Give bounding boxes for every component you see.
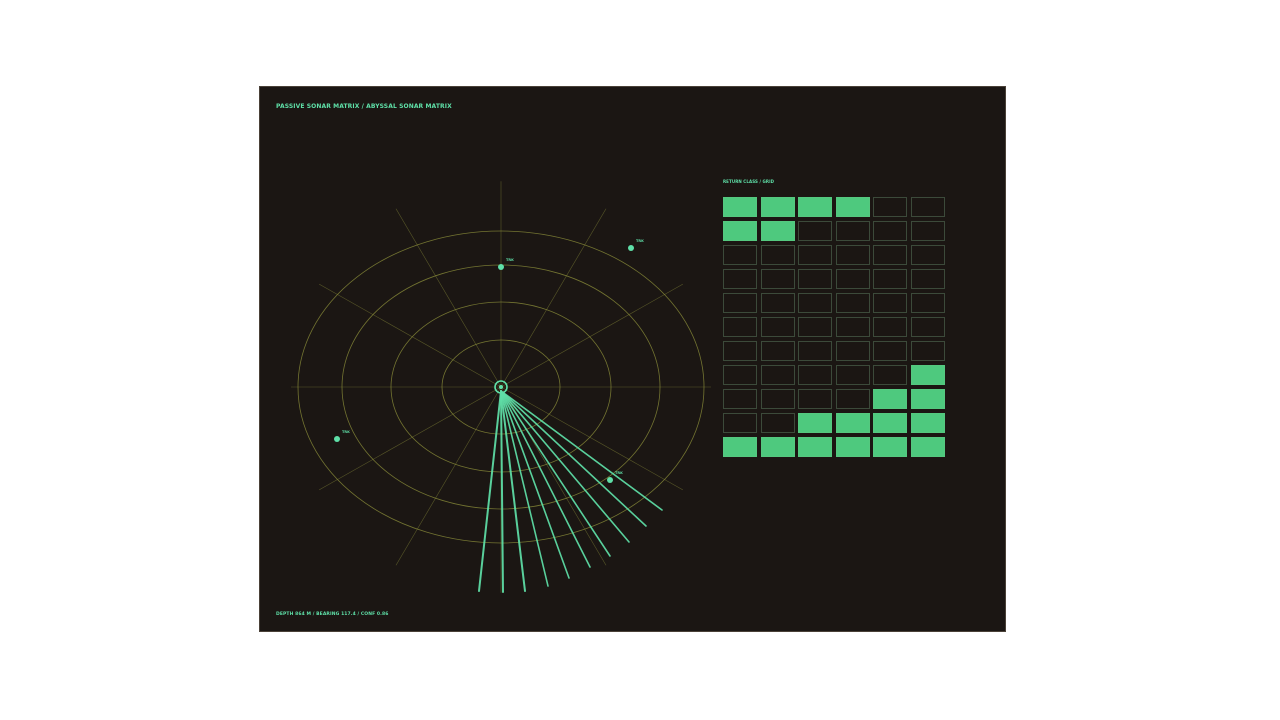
grid-cell xyxy=(798,413,833,433)
grid-cell xyxy=(760,437,795,457)
sonar-panel: PASSIVE SONAR MATRIX / ABYSSAL SONAR MAT… xyxy=(259,86,1006,632)
grid-cell xyxy=(798,269,833,289)
grid-cell xyxy=(873,413,908,433)
grid-cell xyxy=(723,437,757,457)
grid-cell xyxy=(723,221,757,241)
return-class-grid xyxy=(723,197,945,459)
grid-cell xyxy=(760,221,795,241)
grid-cell xyxy=(760,389,795,409)
grid-cell xyxy=(835,197,870,217)
grid-cell xyxy=(760,245,795,265)
grid-cell xyxy=(798,221,833,241)
grid-cell xyxy=(873,389,908,409)
grid-cell xyxy=(760,197,795,217)
grid-cell xyxy=(723,341,757,361)
grid-cell xyxy=(798,245,833,265)
grid-cell xyxy=(835,293,870,313)
grid-cell xyxy=(723,413,757,433)
grid-cell xyxy=(911,389,945,409)
grid-cell xyxy=(835,365,870,385)
grid-cell xyxy=(873,197,908,217)
grid-cell xyxy=(873,317,908,337)
center-dot xyxy=(499,385,503,389)
scope-spoke xyxy=(500,283,684,388)
grid-cell xyxy=(723,197,757,217)
sweep-beam xyxy=(500,390,630,543)
scope-spoke xyxy=(318,283,502,388)
grid-cell xyxy=(911,245,945,265)
grid-cell xyxy=(723,365,757,385)
grid-cell xyxy=(798,389,833,409)
grid-cell xyxy=(723,317,757,337)
contact-label: TRK xyxy=(615,471,623,475)
grid-cell xyxy=(760,341,795,361)
grid-cell xyxy=(911,317,945,337)
grid-cell xyxy=(798,317,833,337)
contact-marker xyxy=(607,477,613,483)
grid-cell xyxy=(873,365,908,385)
grid-cell xyxy=(873,269,908,289)
grid-cell xyxy=(873,245,908,265)
grid-cell xyxy=(798,341,833,361)
contact-marker xyxy=(498,264,504,270)
grid-cell xyxy=(760,413,795,433)
contact-label: TRK xyxy=(506,258,514,262)
grid-cell xyxy=(911,293,945,313)
grid-cell xyxy=(835,341,870,361)
grid-cell xyxy=(723,293,757,313)
grid-cell xyxy=(723,269,757,289)
grid-cell xyxy=(911,341,945,361)
grid-label: RETURN CLASS / GRID xyxy=(723,179,775,184)
grid-cell xyxy=(760,293,795,313)
sweep-beam xyxy=(500,390,647,527)
scope-spoke xyxy=(500,208,607,388)
grid-cell xyxy=(911,413,945,433)
grid-cell xyxy=(760,365,795,385)
grid-cell xyxy=(835,269,870,289)
contact-label: TRK xyxy=(342,430,350,434)
grid-cell xyxy=(835,245,870,265)
status-readout: DEPTH 864 M / BEARING 117.4 / CONF 0.86 xyxy=(276,612,389,617)
grid-cell xyxy=(873,221,908,241)
grid-cell xyxy=(911,221,945,241)
grid-cell xyxy=(873,437,908,457)
sweep-beam xyxy=(478,390,502,592)
grid-cell xyxy=(873,341,908,361)
grid-cell xyxy=(798,365,833,385)
grid-cell xyxy=(760,317,795,337)
grid-cell xyxy=(911,437,945,457)
grid-cell xyxy=(835,389,870,409)
grid-cell xyxy=(723,245,757,265)
contact-label: TRK xyxy=(636,239,644,243)
contact-marker xyxy=(334,436,340,442)
scope-spoke xyxy=(500,386,684,491)
grid-cell xyxy=(835,221,870,241)
grid-cell xyxy=(835,413,870,433)
scope-spoke xyxy=(395,208,502,388)
grid-cell xyxy=(798,293,833,313)
grid-cell xyxy=(873,293,908,313)
grid-cell xyxy=(911,269,945,289)
grid-cell xyxy=(723,389,757,409)
grid-cell xyxy=(835,437,870,457)
grid-cell xyxy=(911,197,945,217)
grid-cell xyxy=(911,365,945,385)
scope-spoke xyxy=(318,386,502,491)
grid-cell xyxy=(798,197,833,217)
grid-cell xyxy=(798,437,833,457)
grid-cell xyxy=(835,317,870,337)
grid-cell xyxy=(760,269,795,289)
contact-marker xyxy=(628,245,634,251)
sweep-beam xyxy=(500,390,570,579)
